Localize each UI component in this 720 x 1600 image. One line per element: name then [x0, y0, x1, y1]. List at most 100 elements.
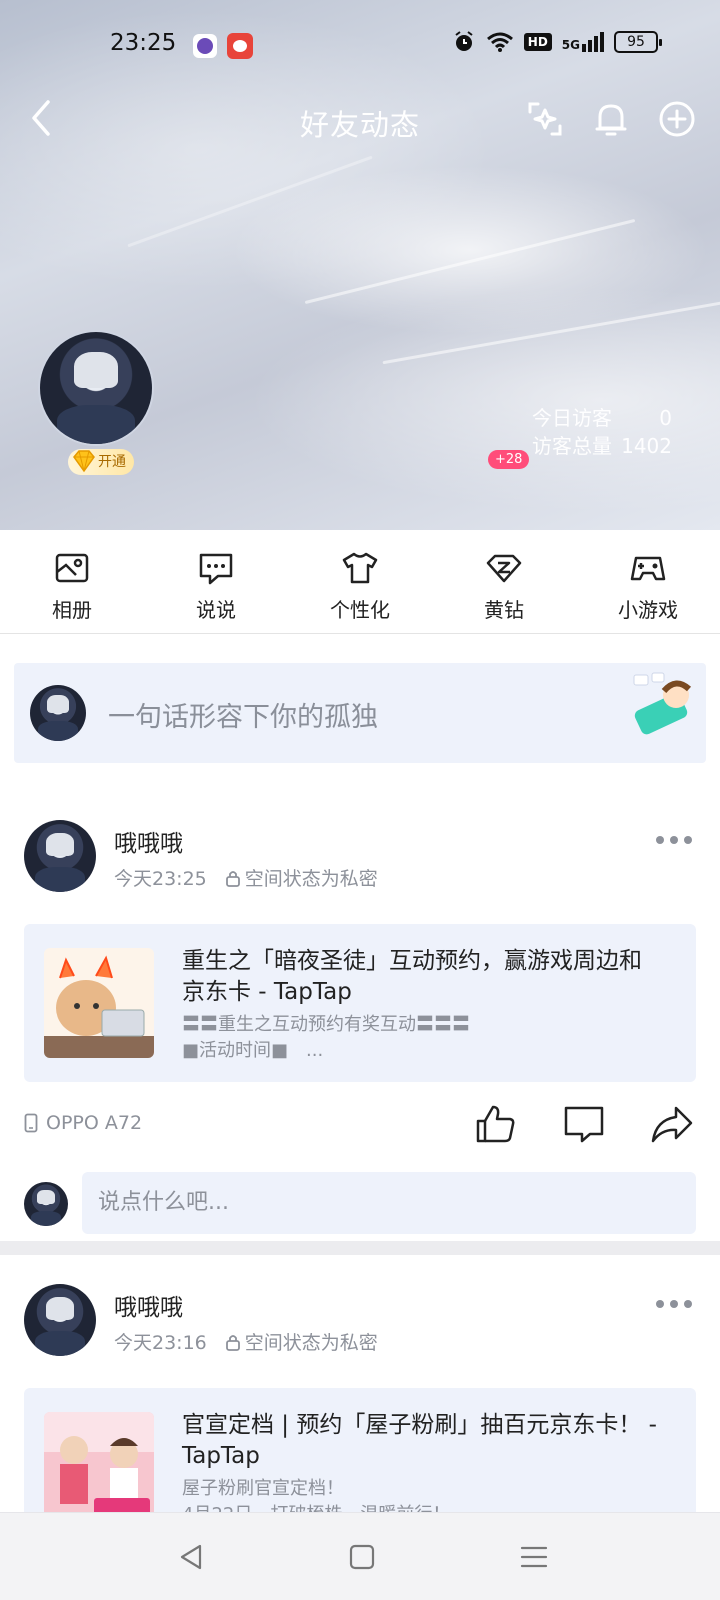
bell-icon	[595, 104, 627, 136]
more-options-button[interactable]	[656, 836, 692, 848]
cover-streak	[127, 155, 373, 248]
phone-icon	[24, 1113, 38, 1133]
quick-menu-label: 个性化	[330, 598, 390, 622]
game-poster-image	[44, 1412, 154, 1512]
status-icons: HD 5G 95	[452, 30, 662, 54]
alarm-icon	[455, 31, 473, 51]
visitors-today-value: 0	[659, 406, 672, 430]
new-count-badge: +28	[488, 450, 530, 469]
device-name: OPPO A72	[46, 1112, 143, 1134]
link-thumbnail	[44, 1412, 154, 1512]
top-nav: 好友动态	[0, 90, 720, 150]
quick-menu-label: 小游戏	[618, 598, 678, 622]
visitors-total-value: 1402	[621, 434, 672, 458]
system-navigation-bar	[0, 1512, 720, 1600]
cover-streak	[382, 298, 720, 365]
post-time: 今天23:16	[114, 1332, 207, 1354]
comment-row: 说点什么吧...	[24, 1172, 696, 1234]
yellow-diamond-icon	[73, 450, 95, 473]
link-description: 〓〓重生之互动预约有奖互动〓〓〓 ■活动时间■ ...	[182, 1014, 470, 1061]
square-home-icon	[349, 1544, 375, 1570]
visitors-total-label: 访客总量	[532, 434, 612, 458]
menu-lines-icon	[520, 1546, 548, 1568]
shared-link-card[interactable]: 重生之「暗夜圣徒」互动预约，赢游戏周边和京东卡 - TapTap 〓〓重生之互动…	[24, 924, 696, 1082]
chat-bubble-icon	[199, 553, 233, 585]
post-time: 今天23:25	[114, 868, 207, 890]
photo-album-icon	[55, 553, 89, 583]
link-title: 重生之「暗夜圣徒」互动预约，赢游戏周边和京东卡 - TapTap	[182, 948, 642, 1005]
compose-placeholder[interactable]: 一句话形容下你的孤独	[108, 695, 378, 734]
quick-menu-album[interactable]: 相册	[0, 530, 144, 633]
privacy-status: 空间状态为私密	[225, 864, 378, 891]
privacy-label: 空间状态为私密	[244, 868, 378, 890]
quick-menu-label: 黄钻	[484, 598, 524, 622]
hd-badge: HD	[523, 33, 552, 51]
status-time: 23:25	[110, 30, 177, 56]
feed-post: 哦哦哦 今天23:25 空间状态为私密 重生之「暗夜圣徒」互动预约，赢游戏周边和…	[0, 820, 720, 1241]
diamond-icon	[486, 554, 522, 583]
cat-sticker-image	[44, 948, 154, 1058]
privacy-label: 空间状态为私密	[244, 1332, 378, 1354]
gamepad-icon	[630, 556, 666, 581]
post-author-avatar[interactable]	[24, 1284, 96, 1356]
post-author-name[interactable]: 哦哦哦	[114, 1288, 183, 1322]
post-separator	[0, 1241, 720, 1255]
thumbs-up-icon	[476, 1105, 515, 1143]
triangle-back-icon	[180, 1544, 202, 1570]
notifications-button[interactable]	[590, 98, 632, 140]
vip-open-label: 开通	[98, 454, 126, 470]
lock-icon	[225, 870, 240, 887]
device-info: OPPO A72	[24, 1112, 142, 1134]
quick-menu-minigame[interactable]: 小游戏	[576, 530, 720, 633]
notification-app-icon	[193, 34, 217, 58]
network-type: 5G	[561, 38, 580, 52]
commenter-avatar	[24, 1182, 68, 1226]
lock-icon	[225, 1334, 240, 1351]
wifi-icon	[486, 32, 513, 52]
post-meta: 今天23:16 空间状态为私密	[114, 1328, 378, 1355]
quick-menu-personalize[interactable]: 个性化	[288, 530, 432, 633]
post-meta: 今天23:25 空间状态为私密	[114, 864, 378, 891]
notification-app-icon	[227, 33, 253, 59]
user-avatar	[30, 685, 86, 741]
comment-input[interactable]: 说点什么吧...	[82, 1172, 696, 1234]
shared-link-card[interactable]: 官宣定档 | 预约「屋子粉刷」抽百元京东卡！ - TapTap 屋子粉刷官宣定档…	[24, 1388, 696, 1512]
privacy-status: 空间状态为私密	[225, 1328, 378, 1355]
compose-bar[interactable]: 一句话形容下你的孤独	[14, 663, 706, 763]
comment-icon	[564, 1106, 604, 1143]
sparkle-icon	[528, 102, 562, 136]
share-arrow-icon	[651, 1106, 693, 1143]
system-home-button[interactable]	[346, 1541, 378, 1573]
more-options-button[interactable]	[656, 1300, 692, 1312]
visitors-today-label: 今日访客	[532, 406, 612, 430]
post-author-name[interactable]: 哦哦哦	[114, 824, 183, 858]
vip-open-button[interactable]: 开通	[68, 449, 134, 475]
quick-menu-label: 说说	[196, 598, 236, 622]
battery-indicator: 95	[614, 31, 662, 53]
plus-circle-icon	[659, 101, 695, 137]
share-button[interactable]	[650, 1102, 694, 1146]
quick-menu-shuoshuo[interactable]: 说说	[144, 530, 288, 633]
sleeping-sticker-icon[interactable]	[626, 671, 702, 741]
status-bar: 23:25 HD 5G 95	[0, 0, 720, 90]
cover-streak	[304, 218, 636, 305]
visitor-stats[interactable]: 今日访客 0 访客总量 1402	[532, 404, 672, 460]
tshirt-icon	[342, 552, 378, 584]
link-description: 屋子粉刷官宣定档！ 4月22日，打破桎梏，温暖前行！	[182, 1478, 450, 1512]
like-button[interactable]	[474, 1102, 518, 1146]
quick-menu-label: 相册	[52, 598, 92, 622]
system-back-button[interactable]	[176, 1541, 208, 1573]
quick-menu: 相册 说说 个性化 黄钻 小游戏	[0, 530, 720, 634]
comment-button[interactable]	[562, 1102, 606, 1146]
quick-menu-yellow-diamond[interactable]: 黄钻	[432, 530, 576, 633]
post-author-avatar[interactable]	[24, 820, 96, 892]
link-thumbnail	[44, 948, 154, 1058]
link-title: 官宣定档 | 预约「屋子粉刷」抽百元京东卡！ - TapTap	[182, 1412, 657, 1469]
system-menu-button[interactable]	[518, 1541, 550, 1573]
add-button[interactable]	[656, 98, 698, 140]
cover-background[interactable]: 23:25 HD 5G 95 好友动态 开通 +28 今日访客 0 访客总量 1…	[0, 0, 720, 530]
signal-icon: 5G	[562, 32, 604, 52]
profile-avatar[interactable]	[38, 330, 154, 446]
post-footer: OPPO A72	[24, 1102, 696, 1150]
sparkle-button[interactable]	[524, 98, 566, 140]
